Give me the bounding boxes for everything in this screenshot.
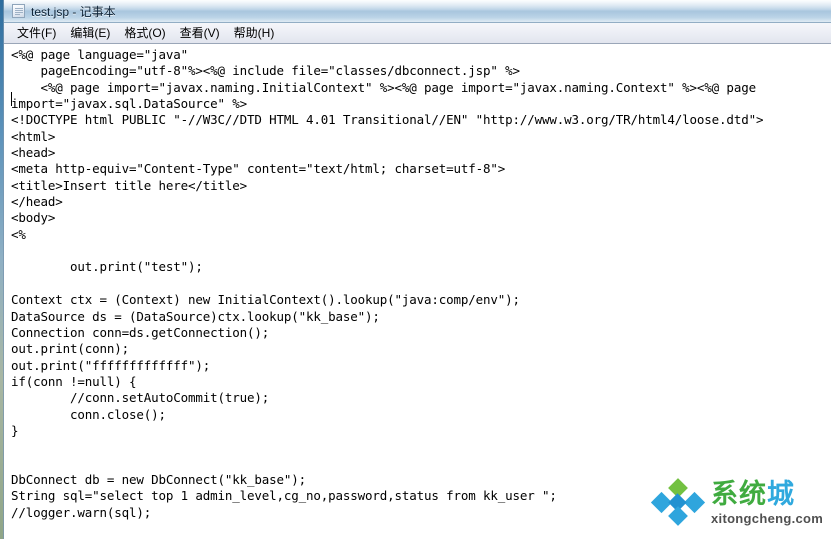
menu-item-help[interactable]: 帮助(H) bbox=[227, 24, 282, 43]
desktop-screen: test.jsp - 记事本 文件(F) 编辑(E) 格式(O) 查看(V) 帮… bbox=[0, 0, 831, 539]
menu-item-file[interactable]: 文件(F) bbox=[10, 24, 63, 43]
menu-item-view[interactable]: 查看(V) bbox=[173, 24, 227, 43]
notepad-document-icon bbox=[12, 4, 25, 18]
window-title: test.jsp - 记事本 bbox=[31, 5, 116, 19]
notepad-window: test.jsp - 记事本 文件(F) 编辑(E) 格式(O) 查看(V) 帮… bbox=[4, 0, 831, 539]
window-titlebar[interactable]: test.jsp - 记事本 bbox=[4, 0, 831, 23]
menubar: 文件(F) 编辑(E) 格式(O) 查看(V) 帮助(H) bbox=[4, 23, 831, 44]
text-editor-area[interactable]: <%@ page language="java" pageEncoding="u… bbox=[4, 44, 831, 539]
titlebar-gloss bbox=[4, 0, 831, 10]
menu-item-format[interactable]: 格式(O) bbox=[117, 24, 172, 43]
editor-text-content[interactable]: <%@ page language="java" pageEncoding="u… bbox=[11, 47, 763, 539]
menu-item-edit[interactable]: 编辑(E) bbox=[63, 24, 117, 43]
